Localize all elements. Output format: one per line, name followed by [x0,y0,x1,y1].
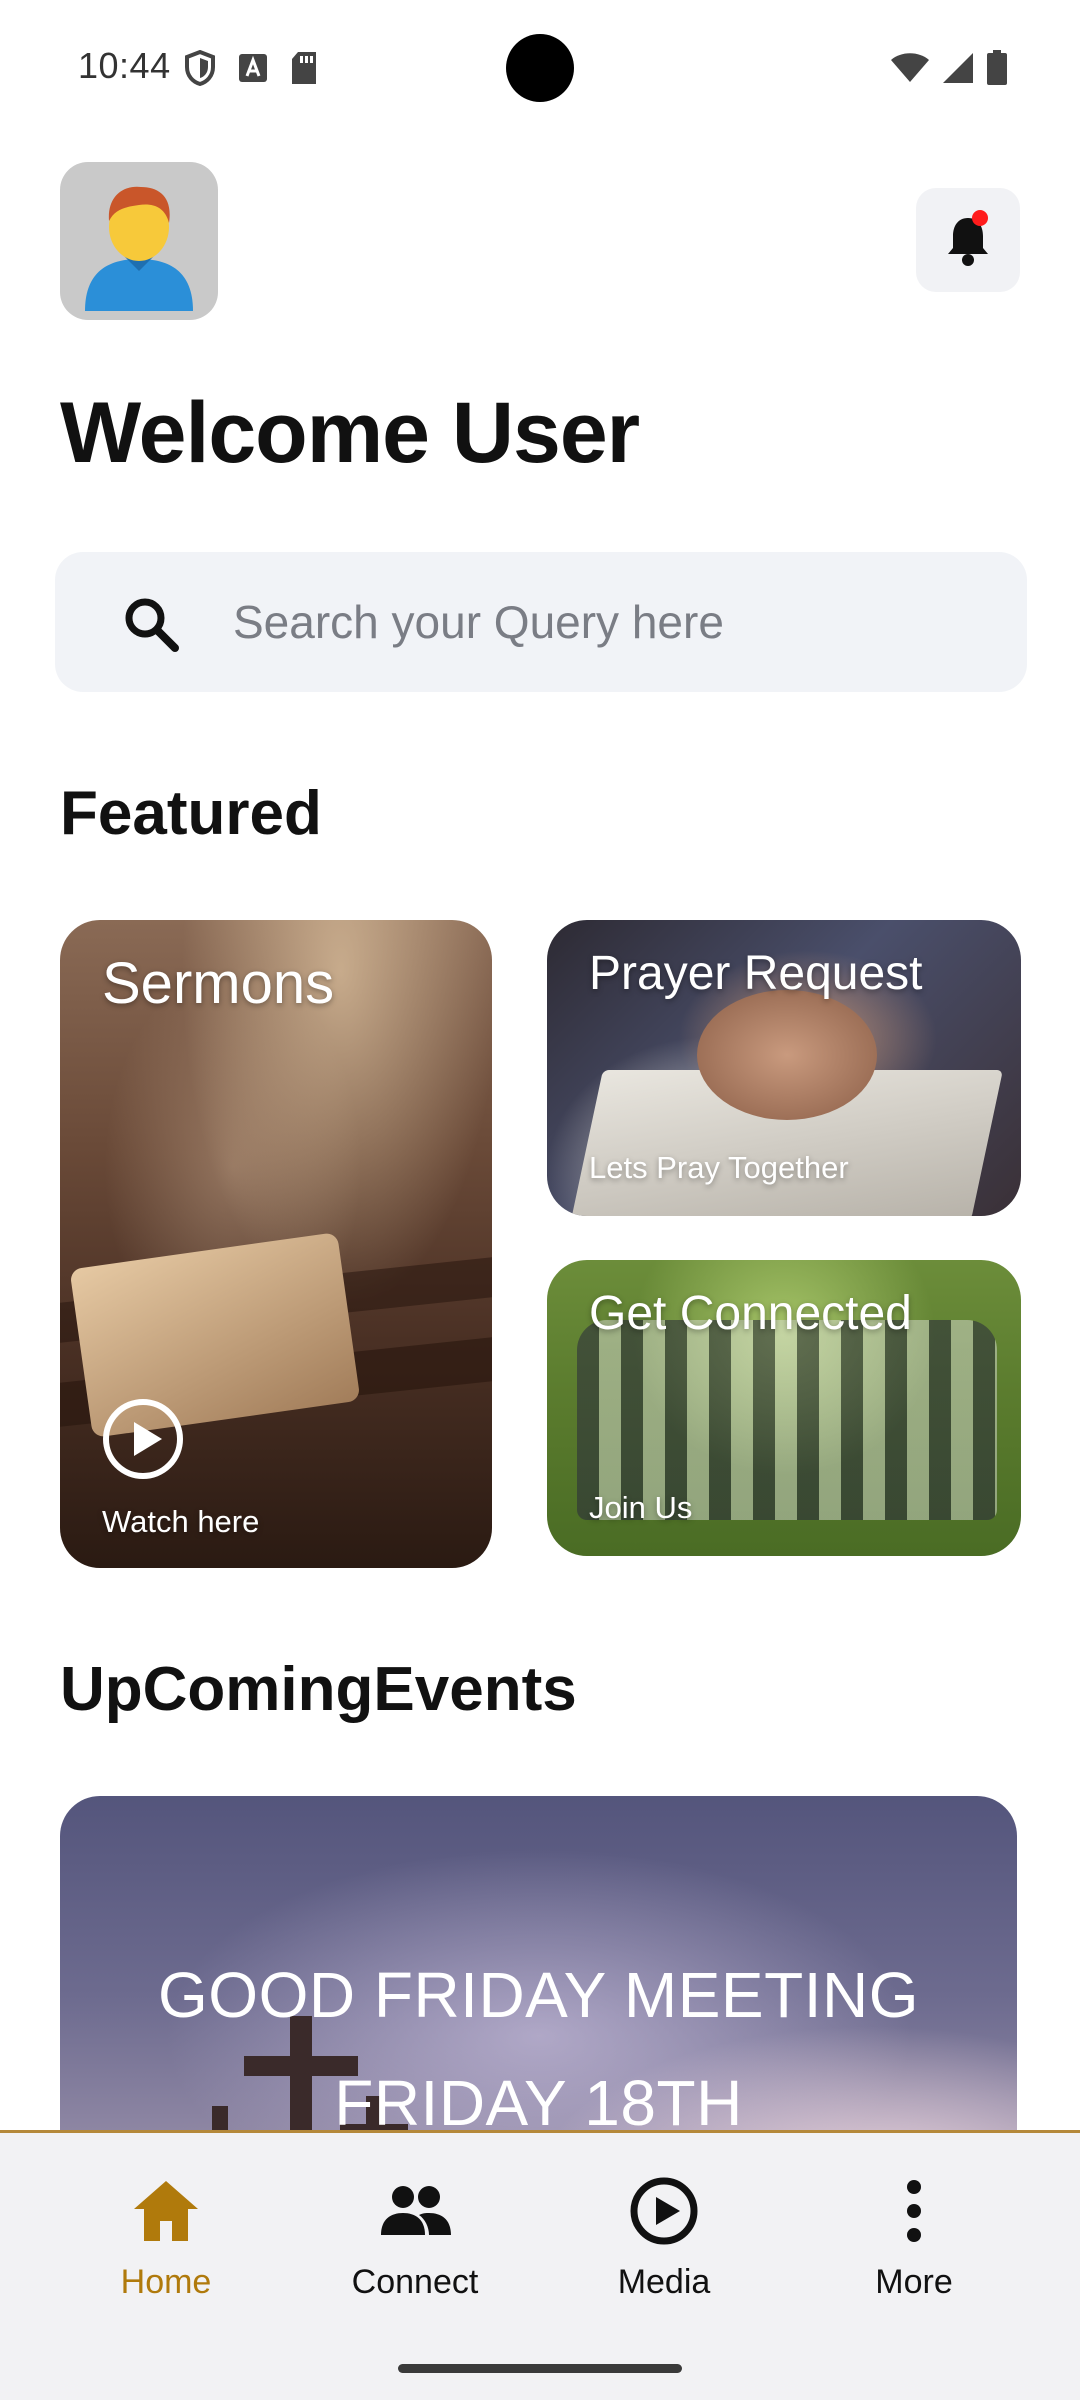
home-indicator[interactable] [398,2364,682,2373]
nav-label-home: Home [120,2263,212,2301]
sermons-title: Sermons [102,951,335,1016]
nav-label-media: Media [617,2263,711,2301]
search-icon [125,598,179,652]
prayer-request-title: Prayer Request [589,947,923,1000]
page-title: Welcome User [60,385,640,481]
get-connected-subtitle: Join Us [589,1490,693,1525]
get-connected-title: Get Connected [589,1287,912,1340]
get-connected-card[interactable]: Get Connected Join Us [547,1260,1021,1556]
sd-card-icon [292,52,316,84]
shield-icon [185,50,215,86]
status-bar: 10:44 [0,0,1080,135]
prayer-request-card[interactable]: Prayer Request Lets Pray Together [547,920,1021,1216]
home-icon [134,2181,198,2241]
play-circle-icon[interactable] [102,1398,184,1480]
status-icons-right [890,50,1008,86]
nav-item-connect[interactable]: Connect [315,2173,515,2302]
upcoming-events-heading: UpComingEvents [60,1655,577,1724]
status-time: 10:44 [78,45,171,86]
featured-heading: Featured [60,779,322,848]
bottom-navigation: Home Connect Media More [0,2130,1080,2400]
user-avatar-icon [85,186,193,311]
font-icon [239,54,267,82]
nav-item-media[interactable]: Media [564,2173,764,2302]
play-circle-icon [630,2177,698,2245]
notification-button[interactable] [916,188,1020,292]
event-title: GOOD FRIDAY MEETING [158,1959,919,2031]
battery-icon [987,50,1007,85]
signal-icon [943,53,973,83]
nav-item-home[interactable]: Home [66,2173,266,2302]
hands-shape [697,990,877,1120]
sermons-subtitle: Watch here [102,1504,260,1539]
camera-cutout [506,34,574,102]
nav-label-connect: Connect [351,2263,479,2301]
nav-item-more[interactable]: More [814,2173,1014,2302]
people-icon [381,2186,451,2235]
wifi-icon [891,53,929,82]
avatar[interactable] [60,162,218,320]
more-vertical-icon [907,2180,921,2242]
notification-badge [972,210,988,226]
search-input[interactable] [233,582,993,662]
prayer-request-subtitle: Lets Pray Together [589,1150,849,1185]
status-icons-left [184,50,318,86]
search-bar[interactable] [55,552,1027,692]
sermons-card[interactable]: Sermons Watch here [60,920,492,1568]
nav-label-more: More [875,2263,953,2301]
event-date: FRIDAY 18TH [334,2067,743,2139]
